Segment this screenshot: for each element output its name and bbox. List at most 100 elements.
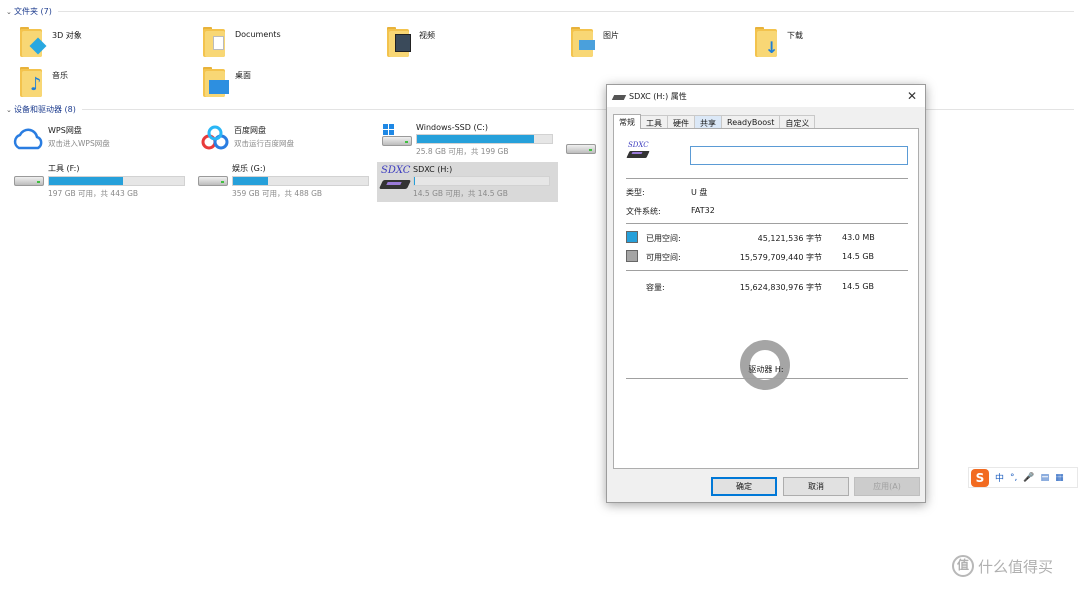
drive-letter-label: 驱动器 H: — [748, 365, 784, 374]
folder-downloads[interactable]: ↓ 下载 — [753, 26, 803, 62]
drive-partial[interactable] — [564, 130, 598, 166]
folder-documents[interactable]: Documents — [201, 26, 281, 62]
tab-hardware[interactable]: 硬件 — [667, 115, 695, 129]
drive-name-input[interactable] — [690, 146, 908, 165]
tab-tools[interactable]: 工具 — [640, 115, 668, 129]
folder-label: 3D 对象 — [52, 31, 82, 40]
keyboard-icon[interactable]: ▤ — [1041, 473, 1050, 483]
device-name: 娱乐 (G:) — [232, 164, 266, 173]
capacity-label: 容量: — [646, 283, 665, 292]
divider — [626, 223, 908, 224]
free-space-bytes: 15,579,709,440 字节 — [739, 253, 822, 262]
device-wps-cloud[interactable]: WPS网盘 双击进入WPS网盘 — [12, 124, 110, 160]
file-explorer-window: ⌄ 文件夹 (7) 3D 对象 Documents 视频 图片 ↓ 下载 ♪ 音… — [0, 0, 1080, 589]
usage-bar — [416, 134, 553, 144]
hard-drive-icon — [196, 162, 230, 192]
type-label: 类型: — [626, 188, 645, 197]
used-space-bytes: 45,121,536 字节 — [757, 234, 822, 243]
device-description: 25.8 GB 可用，共 199 GB — [416, 147, 509, 156]
documents-folder-icon — [201, 26, 233, 60]
usage-bar — [413, 176, 550, 186]
folder-label: 下载 — [787, 31, 803, 40]
close-icon[interactable]: ✕ — [907, 89, 917, 103]
free-space-label: 可用空间: — [646, 253, 681, 262]
videos-folder-icon — [385, 26, 417, 60]
dialog-title: SDXC (H:) 属性 — [629, 91, 687, 101]
grid-icon[interactable]: ▦ — [1055, 473, 1064, 483]
folder-videos[interactable]: 视频 — [385, 26, 435, 62]
folder-music[interactable]: ♪ 音乐 — [18, 66, 68, 102]
cancel-button[interactable]: 取消 — [783, 477, 849, 496]
used-space-swatch — [626, 231, 638, 243]
folder-label: 图片 — [603, 31, 619, 40]
downloads-folder-icon: ↓ — [753, 26, 785, 60]
folder-desktop[interactable]: 桌面 — [201, 66, 251, 102]
pictures-folder-icon — [569, 26, 601, 60]
filesystem-value: FAT32 — [691, 206, 715, 215]
device-description: 359 GB 可用，共 488 GB — [232, 189, 323, 198]
sdxc-card-icon: SDXC — [377, 164, 412, 194]
free-space-size: 14.5 GB — [842, 252, 875, 261]
divider — [626, 270, 908, 271]
capacity-size: 14.5 GB — [842, 282, 875, 291]
chevron-down-icon: ⌄ — [6, 7, 12, 16]
folders-group-title: 文件夹 (7) — [14, 7, 52, 16]
drive-f[interactable]: 工具 (F:) 197 GB 可用，共 443 GB — [12, 162, 185, 198]
filesystem-label: 文件系统: — [626, 207, 661, 216]
hard-drive-icon — [12, 162, 46, 192]
card-label: SDXC — [628, 141, 649, 149]
folder-label: 视频 — [419, 31, 435, 40]
general-panel: SDXC 类型: U 盘 文件系统: FAT32 已用空间: 45,121,53… — [613, 128, 919, 469]
drive-c[interactable]: Windows-SSD (C:) 25.8 GB 可用，共 199 GB — [380, 122, 553, 158]
device-description: 197 GB 可用，共 443 GB — [48, 189, 139, 198]
drive-g[interactable]: 娱乐 (G:) 359 GB 可用，共 488 GB — [196, 162, 369, 198]
tab-customize[interactable]: 自定义 — [779, 115, 816, 129]
watermark-logo-icon: 值 — [952, 555, 974, 577]
tab-readyboost[interactable]: ReadyBoost — [721, 115, 781, 129]
windows-drive-icon — [380, 122, 414, 152]
ime-toolbar[interactable]: S 中 °, 🎤 ▤ ▦ — [968, 467, 1078, 488]
usage-fill — [49, 177, 124, 185]
device-name: 百度网盘 — [234, 126, 266, 135]
watermark: 值 什么值得买 — [952, 555, 1053, 577]
ime-punctuation[interactable]: °, — [1010, 473, 1017, 483]
used-space-size: 43.0 MB — [842, 233, 875, 242]
folder-pictures[interactable]: 图片 — [569, 26, 619, 62]
music-folder-icon: ♪ — [18, 66, 50, 100]
usage-bar — [48, 176, 185, 186]
device-name: 工具 (F:) — [48, 164, 80, 173]
properties-dialog: SDXC (H:) 属性 ✕ 常规 工具 硬件 共享 ReadyBoost 自定… — [606, 84, 926, 503]
drive-icon — [611, 91, 627, 101]
dialog-tabs: 常规 工具 硬件 共享 ReadyBoost 自定义 — [613, 114, 816, 129]
capacity-bytes: 15,624,830,976 字节 — [739, 283, 822, 292]
dialog-titlebar[interactable]: SDXC (H:) 属性 ✕ — [607, 85, 925, 107]
tab-general[interactable]: 常规 — [613, 114, 641, 129]
divider — [626, 178, 908, 179]
wps-cloud-icon — [12, 124, 46, 154]
device-baidu-netdisk[interactable]: 百度网盘 双击运行百度网盘 — [198, 124, 294, 160]
device-name: WPS网盘 — [48, 126, 82, 135]
folder-3d-objects[interactable]: 3D 对象 — [18, 26, 82, 62]
device-description: 双击进入WPS网盘 — [48, 139, 110, 148]
sogou-logo-icon[interactable]: S — [971, 468, 989, 487]
divider — [57, 11, 1074, 12]
card-label: SDXC — [381, 165, 411, 176]
folder-label: 桌面 — [235, 71, 251, 80]
folders-group-header[interactable]: ⌄ 文件夹 (7) — [6, 6, 1074, 17]
usage-bar — [232, 176, 369, 186]
free-space-swatch — [626, 250, 638, 262]
devices-group-title: 设备和驱动器 (8) — [14, 105, 76, 114]
apply-button[interactable]: 应用(A) — [854, 477, 920, 496]
drive-h[interactable]: SDXC SDXC (H:) 14.5 GB 可用，共 14.5 GB — [377, 162, 558, 202]
tab-sharing[interactable]: 共享 — [694, 115, 722, 129]
folder-label: 音乐 — [52, 71, 68, 80]
device-description: 14.5 GB 可用，共 14.5 GB — [413, 189, 508, 198]
used-space-label: 已用空间: — [646, 234, 681, 243]
ime-mode-chinese[interactable]: 中 — [995, 471, 1004, 484]
ok-button[interactable]: 确定 — [711, 477, 777, 496]
sdxc-card-icon: SDXC — [626, 141, 656, 165]
divider — [626, 378, 908, 379]
hard-drive-icon — [564, 130, 598, 160]
device-description: 双击运行百度网盘 — [234, 139, 294, 148]
mic-icon[interactable]: 🎤 — [1023, 473, 1034, 483]
